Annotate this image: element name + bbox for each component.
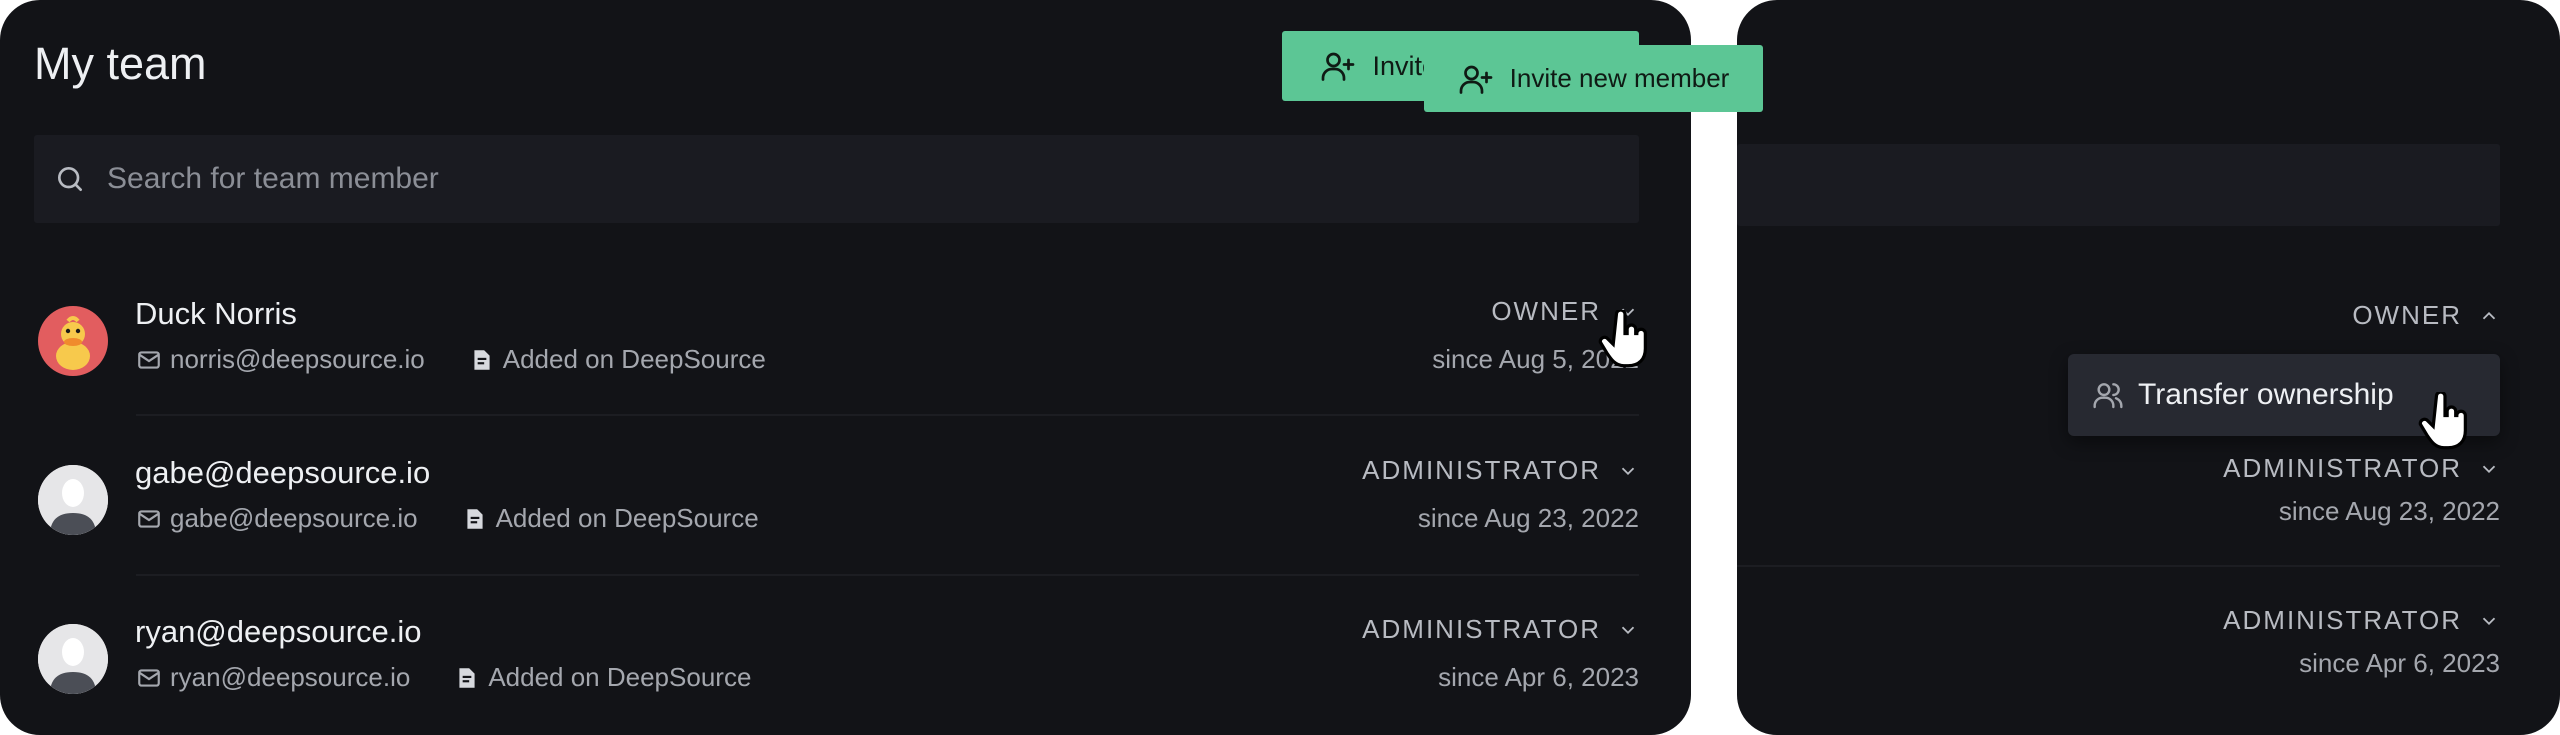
invite-member-button[interactable]: Invite new member <box>1424 45 1763 112</box>
default-avatar-icon <box>38 624 108 694</box>
role-label: ADMINISTRATOR <box>2223 605 2462 635</box>
chevron-down-icon <box>1621 467 1635 475</box>
deepsource-icon <box>466 508 483 529</box>
deepsource-icon <box>459 667 475 688</box>
hand-cursor-icon <box>1598 310 1647 368</box>
user-plus-icon <box>1459 65 1493 94</box>
divider <box>1737 565 2500 567</box>
role-dropdown[interactable]: OWNER <box>2352 300 2500 331</box>
users-icon <box>2093 383 2123 409</box>
member-name: Duck Norris <box>135 296 297 331</box>
search-bar <box>34 135 1639 223</box>
member-row: gabe@deepsource.io gabe@deepsource.io Ad… <box>34 455 1639 605</box>
default-avatar-icon <box>38 465 108 535</box>
search-icon <box>58 167 82 191</box>
menu-item-label: Transfer ownership <box>2138 378 2394 411</box>
member-source: Added on DeepSource <box>502 344 766 374</box>
member-since: since Aug 23, 2022 <box>1417 503 1639 533</box>
divider <box>136 414 1639 416</box>
member-name: gabe@deepsource.io <box>135 455 431 490</box>
mail-icon <box>138 350 160 369</box>
role-label: OWNER <box>2352 300 2462 330</box>
member-name: ryan@deepsource.io <box>135 614 422 649</box>
chevron-down-icon <box>2482 617 2496 625</box>
search-input[interactable] <box>107 135 1607 223</box>
role-label: OWNER <box>1491 296 1601 326</box>
chevron-up-icon <box>2482 311 2496 319</box>
member-row: ryan@deepsource.io ryan@deepsource.io Ad… <box>34 614 1639 735</box>
avatar <box>38 465 108 535</box>
page-title: My team <box>34 38 207 89</box>
hand-cursor-icon <box>2418 392 2467 450</box>
member-since: since Apr 6, 2023 <box>2299 648 2500 678</box>
search-bar[interactable] <box>1737 144 2500 226</box>
divider <box>136 574 1639 576</box>
member-email: gabe@deepsource.io <box>170 503 418 533</box>
member-source: Added on DeepSource <box>495 503 759 533</box>
chevron-down-icon <box>2482 465 2496 473</box>
member-row: Duck Norris norris@deepsource.io Added o… <box>34 296 1639 446</box>
role-label: ADMINISTRATOR <box>1362 614 1601 644</box>
member-since: since Apr 6, 2023 <box>1438 662 1639 692</box>
deepsource-icon <box>474 349 490 370</box>
member-email: ryan@deepsource.io <box>170 662 411 692</box>
member-meta: ryan@deepsource.io Added on DeepSource <box>136 662 751 693</box>
member-meta: gabe@deepsource.io Added on DeepSource <box>136 503 759 534</box>
user-plus-icon <box>1322 52 1355 81</box>
member-email: norris@deepsource.io <box>170 344 425 374</box>
role-label: ADMINISTRATOR <box>2223 453 2462 483</box>
member-source: Added on DeepSource <box>488 662 752 692</box>
role-dropdown[interactable]: ADMINISTRATOR <box>2223 453 2500 484</box>
member-since: since Aug 23, 2022 <box>2278 496 2500 526</box>
role-dropdown[interactable]: ADMINISTRATOR <box>2223 605 2500 636</box>
role-dropdown[interactable]: ADMINISTRATOR <box>1362 614 1639 645</box>
invite-button-label: Invite new member <box>1509 63 1730 93</box>
role-dropdown[interactable]: ADMINISTRATOR <box>1362 455 1639 486</box>
member-meta: norris@deepsource.io Added on DeepSource <box>136 344 766 375</box>
mail-icon <box>138 668 160 687</box>
avatar <box>38 306 108 376</box>
mail-icon <box>138 509 160 528</box>
role-label: ADMINISTRATOR <box>1362 455 1601 485</box>
duck-avatar-icon <box>56 316 90 370</box>
avatar <box>38 624 108 694</box>
chevron-down-icon <box>1621 626 1635 634</box>
